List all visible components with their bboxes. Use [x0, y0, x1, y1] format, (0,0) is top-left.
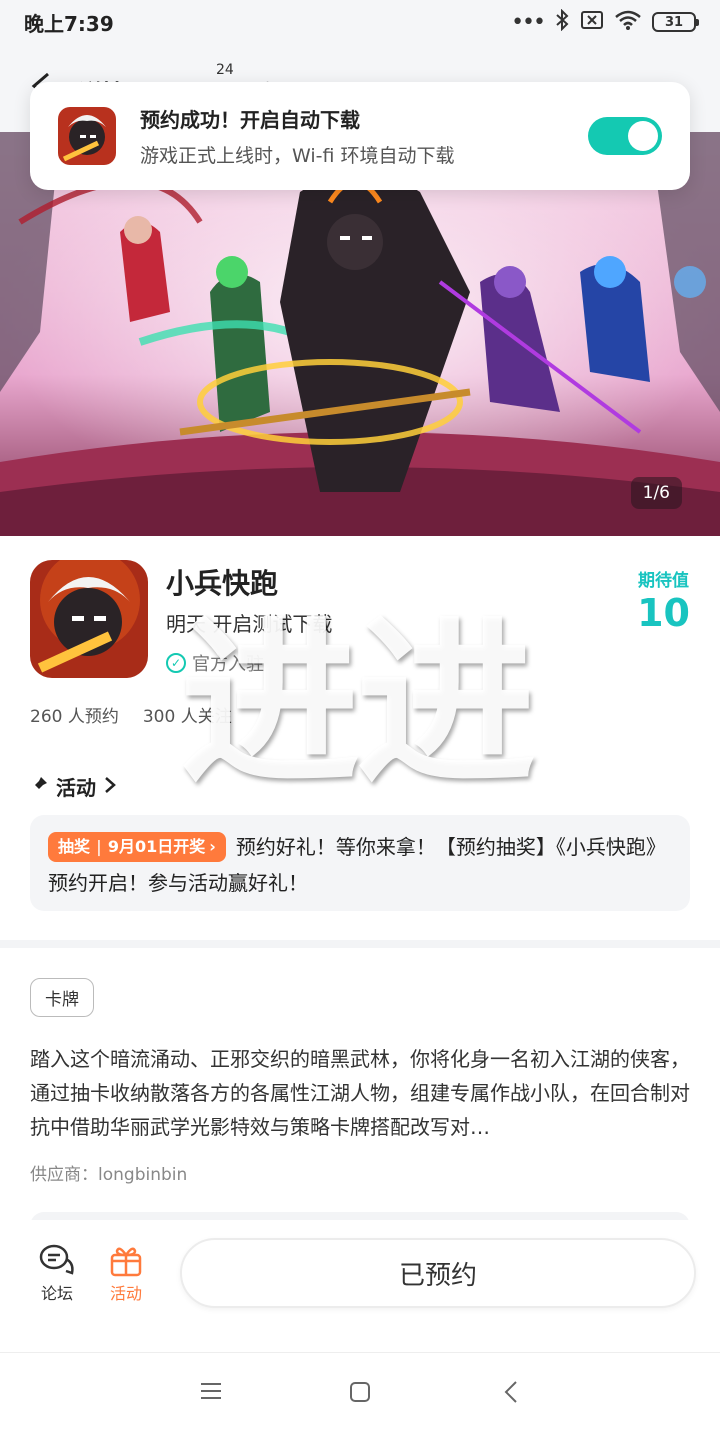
banner-page-counter: 1/6: [630, 477, 682, 509]
lottery-tag: 抽奖: [58, 837, 91, 856]
game-name: 小兵快跑: [166, 567, 279, 600]
signal-dots-icon: •••: [511, 9, 546, 35]
game-icon: [30, 560, 148, 678]
watermark-text: 进进: [180, 600, 536, 809]
wifi-icon: [614, 9, 642, 35]
forum-button[interactable]: 论坛: [27, 1240, 87, 1304]
bottom-action-bar: 论坛 活动 已预约: [0, 1220, 720, 1340]
auto-download-toggle[interactable]: [588, 117, 662, 155]
activity-heading: 活动: [56, 776, 96, 800]
back-icon[interactable]: [504, 1381, 518, 1407]
lottery-chevron-icon: ›: [209, 837, 216, 856]
chevron-right-icon: [104, 775, 116, 799]
menu-icon[interactable]: [200, 1381, 222, 1405]
home-icon[interactable]: [349, 1381, 371, 1407]
forum-label: 论坛: [40, 1284, 73, 1303]
activity-header[interactable]: 活动: [30, 772, 116, 801]
gift-icon: [96, 1240, 156, 1280]
toggle-knob: [628, 121, 658, 151]
reservation-toast: 预约成功！开启自动下载 游戏正式上线时，Wi-fi 环境自动下载: [30, 82, 690, 190]
activity-card[interactable]: 抽奖 | 9月01日开奖 › 预约好礼！等你来拿！【预约抽奖】《小兵快跑》预约开…: [30, 815, 690, 911]
battery-indicator: 31: [652, 12, 699, 32]
reservation-count: 260 人预约: [30, 707, 119, 727]
activity-label: 活动: [109, 1284, 142, 1303]
section-divider: [0, 940, 720, 948]
review-count-badge: 24: [216, 62, 234, 78]
game-banner[interactable]: 1/6: [0, 132, 720, 536]
status-time: 晚上7:39: [24, 11, 114, 36]
lottery-date: 9月01日开奖: [107, 837, 206, 856]
toast-subtitle: 游戏正式上线时，Wi-fi 环境自动下载: [140, 145, 455, 167]
game-description[interactable]: 踏入这个暗流涌动、正邪交织的暗黑武林，你将化身一名初入江湖的侠客，通过抽卡收纳散…: [30, 1042, 690, 1144]
expectation-score: 期待值 10: [637, 566, 690, 635]
lottery-separator: |: [96, 837, 102, 856]
reserved-button[interactable]: 已预约: [180, 1238, 696, 1308]
system-icons: ••• 31: [511, 8, 699, 35]
status-bar: 晚上7:39 ••• 31: [0, 0, 720, 44]
bluetooth-icon: [554, 8, 570, 35]
lottery-badge: 抽奖 | 9月01日开奖 ›: [48, 832, 226, 862]
pin-icon: [30, 775, 48, 799]
expect-value: 10: [637, 591, 690, 635]
forum-chat-icon: [27, 1240, 87, 1280]
toast-title: 预约成功！开启自动下载: [140, 108, 360, 132]
no-sim-icon: [580, 10, 604, 34]
activity-button[interactable]: 活动: [96, 1240, 156, 1304]
toast-game-thumbnail: [58, 107, 116, 165]
genre-tag[interactable]: 卡牌: [30, 978, 94, 1017]
system-navigation-bar: [0, 1352, 720, 1440]
expect-label: 期待值: [638, 571, 690, 591]
supplier-label: 供应商：longbinbin: [30, 1165, 188, 1185]
banner-illustration: [0, 132, 720, 536]
